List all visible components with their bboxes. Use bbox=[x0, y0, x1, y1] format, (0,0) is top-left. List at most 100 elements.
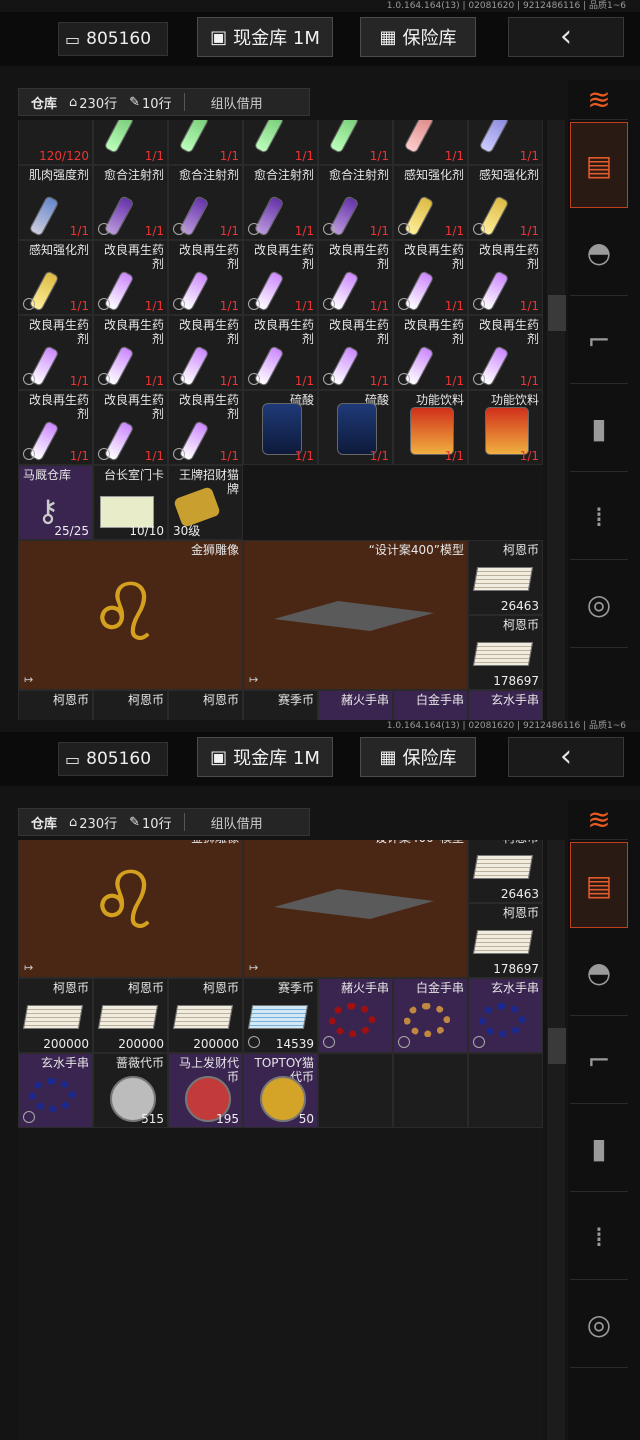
back-button[interactable]: ‹ bbox=[508, 737, 624, 777]
item-cell[interactable]: 改良再生药剂 1/1 bbox=[468, 315, 543, 390]
scrollbar-thumb[interactable] bbox=[548, 295, 566, 331]
scrollbar-thumb[interactable] bbox=[548, 1028, 566, 1064]
item-cell[interactable]: 改良再生药剂 1/1 bbox=[93, 390, 168, 465]
category-magazine[interactable]: ▮ bbox=[570, 1106, 628, 1192]
empty-slot[interactable] bbox=[468, 1053, 543, 1128]
item-cell[interactable]: 肌肉强度剂 1/1 bbox=[18, 165, 93, 240]
item-cell[interactable]: 柯恩币 200000 bbox=[18, 978, 93, 1053]
tab-home-rows[interactable]: ⌂ 230行 bbox=[63, 813, 123, 832]
item-cell[interactable]: 马上发财代币 195 bbox=[168, 1053, 243, 1128]
item-cell[interactable]: 改良再生药剂 1/1 bbox=[93, 240, 168, 315]
item-cell[interactable]: 改良再生药剂 1/1 bbox=[168, 315, 243, 390]
cash-vault-button[interactable]: ▣ 现金库 1M bbox=[197, 17, 333, 57]
item-cell[interactable]: 赛季币 14539 bbox=[243, 978, 318, 1053]
item-cell[interactable]: 改良再生药剂 1/1 bbox=[468, 240, 543, 315]
item-cell[interactable]: 硫酸 1/1 bbox=[243, 390, 318, 465]
item-cell[interactable]: 功能饮料 1/1 bbox=[393, 390, 468, 465]
sort-button[interactable]: ≋ bbox=[570, 800, 628, 840]
item-cell[interactable]: 台长室门卡 10/10 bbox=[93, 465, 168, 540]
item-cell-model[interactable]: “设计案400”模型 ↦ bbox=[243, 840, 468, 978]
tab-team-borrow[interactable]: 组队借用 bbox=[191, 93, 263, 112]
item-cell[interactable]: 柯恩币 178697 bbox=[468, 903, 543, 978]
item-cell[interactable]: 柯恩币 26463 bbox=[468, 540, 543, 615]
item-cell[interactable]: 功能饮料 1/1 bbox=[468, 390, 543, 465]
tab-warehouse[interactable]: 仓库 bbox=[19, 813, 63, 832]
item-cell[interactable]: 改良再生药剂 1/1 bbox=[93, 315, 168, 390]
item-cell[interactable]: TOPTOY猫代币 50 bbox=[243, 1053, 318, 1128]
item-cell[interactable]: 柯恩币 bbox=[168, 690, 243, 720]
sort-button[interactable]: ≋ bbox=[570, 80, 628, 120]
item-cell[interactable]: 硫酸 1/1 bbox=[318, 390, 393, 465]
item-cell[interactable]: 柯恩币 26463 bbox=[468, 840, 543, 903]
category-weapon[interactable]: ⌐ bbox=[570, 298, 628, 384]
tab-other-rows[interactable]: ✎ 10行 bbox=[123, 813, 177, 832]
category-helmet[interactable]: ◓ bbox=[570, 210, 628, 296]
item-cell[interactable]: 1/1 bbox=[393, 120, 468, 165]
category-ammo[interactable]: ⁞ bbox=[570, 1194, 628, 1280]
item-cell[interactable]: 改良再生药剂 1/1 bbox=[393, 240, 468, 315]
item-cell[interactable]: 玄水手串 bbox=[468, 978, 543, 1053]
item-cell[interactable]: 改良再生药剂 1/1 bbox=[243, 315, 318, 390]
item-cell[interactable]: 改良再生药剂 1/1 bbox=[393, 315, 468, 390]
item-cell[interactable]: 改良再生药剂 1/1 bbox=[243, 240, 318, 315]
item-cell[interactable]: 1/1 bbox=[93, 120, 168, 165]
item-cell[interactable]: 柯恩币 200000 bbox=[168, 978, 243, 1053]
category-ammo[interactable]: ⁞ bbox=[570, 474, 628, 560]
category-magazine[interactable]: ▮ bbox=[570, 386, 628, 472]
item-cell-model[interactable]: “设计案400”模型 ↦ bbox=[243, 540, 468, 690]
scrollbar-track[interactable] bbox=[547, 120, 565, 720]
category-weapon[interactable]: ⌐ bbox=[570, 1018, 628, 1104]
empty-slot[interactable] bbox=[318, 1053, 393, 1128]
item-cell[interactable]: 王牌招财猫牌 30级 bbox=[168, 465, 243, 540]
item-cell[interactable]: 愈合注射剂 1/1 bbox=[168, 165, 243, 240]
item-cell[interactable]: 1/1 bbox=[468, 120, 543, 165]
inventory-grid[interactable]: 120/120 1/1 1/1 1/1 1/1 1/1 1/1 肌肉强度剂 1/1… bbox=[18, 120, 543, 720]
category-all[interactable]: ▤ bbox=[570, 122, 628, 208]
item-cell[interactable]: 改良再生药剂 1/1 bbox=[168, 390, 243, 465]
back-button[interactable]: ‹ bbox=[508, 17, 624, 57]
item-cell[interactable]: 马厩仓库 ⚷ 25/25 bbox=[18, 465, 93, 540]
item-cell[interactable]: 120/120 bbox=[18, 120, 93, 165]
item-cell[interactable]: 柯恩币 bbox=[18, 690, 93, 720]
item-cell[interactable]: 感知强化剂 1/1 bbox=[393, 165, 468, 240]
item-cell[interactable]: 愈合注射剂 1/1 bbox=[318, 165, 393, 240]
item-cell[interactable]: 白金手串 bbox=[393, 690, 468, 720]
item-cell[interactable]: 感知强化剂 1/1 bbox=[468, 165, 543, 240]
item-cell[interactable]: 柯恩币 178697 bbox=[468, 615, 543, 690]
item-cell[interactable]: 赛季币 bbox=[243, 690, 318, 720]
item-cell[interactable]: 1/1 bbox=[168, 120, 243, 165]
item-cell[interactable]: 感知强化剂 1/1 bbox=[18, 240, 93, 315]
item-cell[interactable]: 玄水手串 bbox=[18, 1053, 93, 1128]
item-cell[interactable]: 柯恩币 bbox=[93, 690, 168, 720]
tab-other-rows[interactable]: ✎ 10行 bbox=[123, 93, 177, 112]
category-attachment[interactable]: ◎ bbox=[570, 1282, 628, 1368]
tab-warehouse[interactable]: 仓库 bbox=[19, 93, 63, 112]
item-cell[interactable]: 赭火手串 bbox=[318, 690, 393, 720]
item-cell[interactable]: 愈合注射剂 1/1 bbox=[243, 165, 318, 240]
item-cell[interactable]: 1/1 bbox=[243, 120, 318, 165]
item-cell-lion[interactable]: 金狮雕像 ♌ ↦ bbox=[18, 540, 243, 690]
category-helmet[interactable]: ◓ bbox=[570, 930, 628, 1016]
item-cell[interactable]: 1/1 bbox=[318, 120, 393, 165]
tab-home-rows[interactable]: ⌂ 230行 bbox=[63, 93, 123, 112]
empty-slot[interactable] bbox=[393, 1053, 468, 1128]
safe-button[interactable]: ▦ 保险库 bbox=[360, 17, 476, 57]
category-attachment[interactable]: ◎ bbox=[570, 562, 628, 648]
item-cell-lion[interactable]: 金狮雕像 ♌ ↦ bbox=[18, 840, 243, 978]
item-cell[interactable]: 改良再生药剂 1/1 bbox=[18, 390, 93, 465]
item-cell[interactable]: 蔷薇代币 515 bbox=[93, 1053, 168, 1128]
tab-team-borrow[interactable]: 组队借用 bbox=[191, 813, 263, 832]
item-cell[interactable]: 改良再生药剂 1/1 bbox=[318, 315, 393, 390]
safe-button[interactable]: ▦ 保险库 bbox=[360, 737, 476, 777]
inventory-grid[interactable]: 金狮雕像 ♌ ↦ “设计案400”模型 ↦ 柯恩币 26463 柯恩币 178697 柯恩… bbox=[18, 840, 543, 1440]
item-cell[interactable]: 赭火手串 bbox=[318, 978, 393, 1053]
item-cell[interactable]: 改良再生药剂 1/1 bbox=[318, 240, 393, 315]
scrollbar-track[interactable] bbox=[547, 840, 565, 1440]
item-cell[interactable]: 改良再生药剂 1/1 bbox=[18, 315, 93, 390]
item-cell[interactable]: 柯恩币 200000 bbox=[93, 978, 168, 1053]
item-cell[interactable]: 玄水手串 bbox=[468, 690, 543, 720]
item-cell[interactable]: 愈合注射剂 1/1 bbox=[93, 165, 168, 240]
item-cell[interactable]: 改良再生药剂 1/1 bbox=[168, 240, 243, 315]
category-all[interactable]: ▤ bbox=[570, 842, 628, 928]
cash-vault-button[interactable]: ▣ 现金库 1M bbox=[197, 737, 333, 777]
